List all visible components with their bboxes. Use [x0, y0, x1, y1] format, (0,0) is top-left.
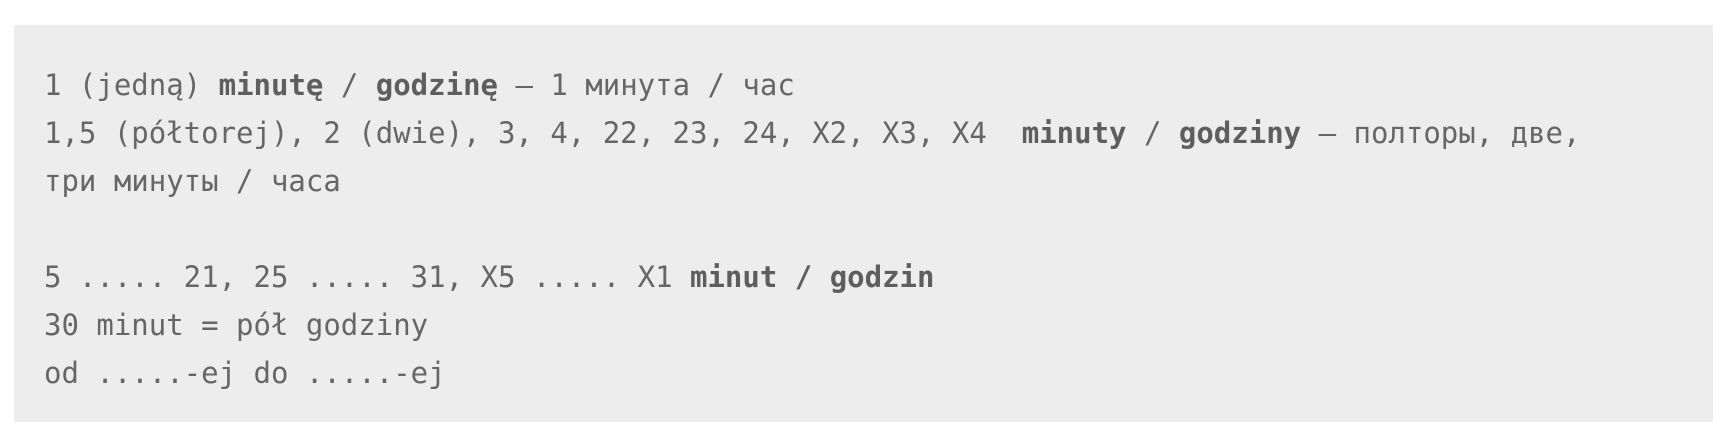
bold-term: minuty: [1021, 116, 1127, 150]
text-segment: 1,5 (półtorej), 2 (dwie), 3, 4, 22, 23, …: [44, 116, 1022, 150]
text-segment: /: [1126, 116, 1179, 150]
text-line-4: 5 ..... 21, 25 ..... 31, X5 ..... X1 min…: [44, 253, 1713, 301]
bold-term: godzinę: [375, 68, 498, 102]
text-line-2: 1,5 (półtorej), 2 (dwie), 3, 4, 22, 23, …: [44, 109, 1713, 157]
bold-term: minutę: [218, 68, 324, 102]
text-line-5: 30 minut = pół godziny: [44, 301, 1713, 349]
bold-term: minut / godzin: [690, 260, 935, 294]
text-segment: – полторы, две,: [1301, 116, 1581, 150]
text-segment: – 1 минута / час: [497, 68, 795, 102]
text-segment: 5 ..... 21, 25 ..... 31, X5 ..... X1: [44, 260, 691, 294]
text-segment: три минуты / часа: [44, 164, 341, 198]
text-segment: 1 (jedną): [44, 68, 219, 102]
bold-term: godziny: [1178, 116, 1302, 150]
text-line-6: od .....-ej do .....-ej: [44, 349, 1713, 397]
text-line-3: три минуты / часа: [44, 157, 1713, 205]
text-segment: /: [323, 68, 376, 102]
text-line-1: 1 (jedną) minutę / godzinę – 1 минута / …: [44, 61, 1713, 109]
text-segment: 30 minut = pół godziny: [44, 308, 429, 342]
code-block: 1 (jedną) minutę / godzinę – 1 минута / …: [14, 25, 1713, 422]
text-segment: od .....-ej do .....-ej: [44, 356, 446, 390]
